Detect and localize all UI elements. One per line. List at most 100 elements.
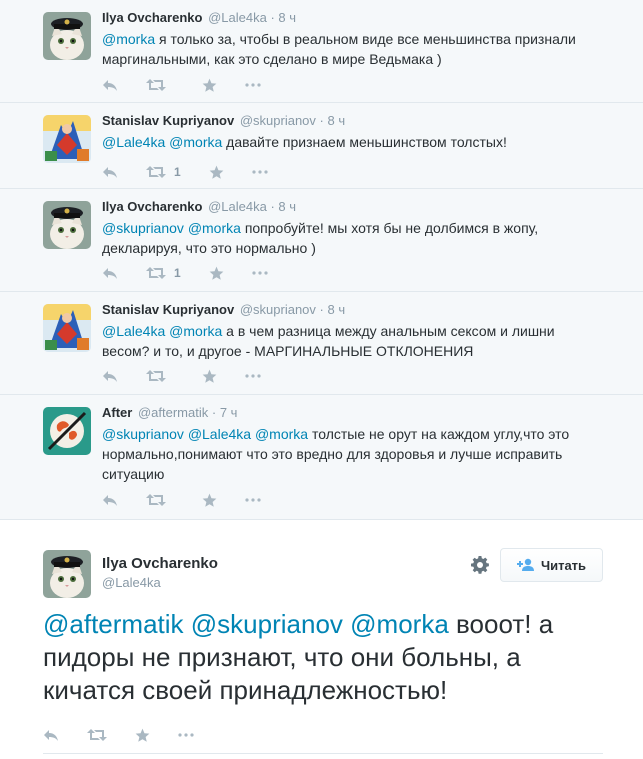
tweet[interactable]: Stanislav Kupriyanov @skuprianov · 8 ч @… (0, 292, 643, 395)
tweet-text: @morka я только за, чтобы в реальном вид… (102, 31, 576, 67)
author-fullname[interactable]: Stanislav Kupriyanov (102, 302, 234, 317)
retweet-icon (146, 267, 166, 279)
tweet[interactable]: Ilya Ovcharenko @Lale4ka · 8 ч @skuprian… (0, 189, 643, 292)
star-icon (135, 728, 150, 742)
mention-link[interactable]: @skuprianov (102, 220, 184, 236)
favorite-button[interactable] (209, 266, 224, 281)
mention-link[interactable]: @skuprianov (191, 609, 343, 639)
favorite-button[interactable] (135, 728, 150, 743)
retweet-icon (146, 370, 166, 382)
tweet-text: @aftermatik @skuprianov @morka вооот! а … (43, 609, 554, 705)
avatar[interactable] (43, 115, 91, 163)
retweet-button[interactable] (146, 493, 174, 507)
avatar[interactable] (43, 304, 91, 352)
more-icon (178, 733, 194, 737)
reply-icon (103, 167, 117, 178)
more-icon (245, 83, 261, 87)
favorite-button[interactable] (202, 78, 217, 93)
tweet-header: Stanislav Kupriyanov @skuprianov · 8 ч (102, 302, 346, 317)
retweet-button[interactable] (146, 78, 174, 92)
retweet-button[interactable] (87, 728, 107, 742)
more-button[interactable] (245, 498, 261, 502)
more-button[interactable] (245, 374, 261, 378)
favorite-button[interactable] (209, 165, 224, 180)
star-icon (202, 493, 217, 507)
more-icon (252, 271, 268, 275)
reply-button[interactable] (102, 266, 118, 280)
mention-link[interactable]: @aftermatik (43, 609, 184, 639)
tweet-actions (102, 492, 289, 508)
star-icon (209, 165, 224, 179)
permalink-tweet: Ilya Ovcharenko @Lale4ka Читать @afterma… (0, 519, 643, 759)
reply-icon (103, 268, 117, 279)
more-button[interactable] (245, 83, 261, 87)
author-username[interactable]: @skuprianov (240, 113, 316, 128)
mention-link[interactable]: @skuprianov (102, 426, 184, 442)
reply-button[interactable] (102, 78, 118, 92)
tweet-actions: 1 (102, 265, 296, 281)
favorite-button[interactable] (202, 493, 217, 508)
author-username[interactable]: @Lale4ka (208, 10, 267, 25)
tweet-header: After @aftermatik · 7 ч (102, 405, 238, 420)
mention-link[interactable]: @morka (255, 426, 308, 442)
author-fullname[interactable]: After (102, 405, 132, 420)
more-button[interactable] (178, 733, 194, 737)
mention-link[interactable]: @Lale4ka (102, 134, 165, 150)
more-button[interactable] (252, 170, 268, 174)
reply-button[interactable] (102, 165, 118, 179)
favorite-button[interactable] (202, 369, 217, 384)
tweet[interactable]: Stanislav Kupriyanov @skuprianov · 8 ч @… (0, 103, 643, 189)
avatar[interactable] (43, 201, 91, 249)
more-button[interactable] (252, 271, 268, 275)
tweet-actions (102, 368, 289, 384)
add-user-icon (516, 558, 534, 571)
divider (43, 753, 603, 754)
author-fullname[interactable]: Stanislav Kupriyanov (102, 113, 234, 128)
tweet-timestamp[interactable]: 8 ч (328, 302, 346, 317)
reply-button[interactable] (102, 493, 118, 507)
mention-link[interactable]: @morka (350, 609, 449, 639)
tweet-actions (43, 727, 222, 743)
retweet-count: 1 (174, 165, 181, 179)
follow-button[interactable]: Читать (500, 548, 603, 582)
reply-button[interactable] (102, 369, 118, 383)
avatar[interactable] (43, 407, 91, 455)
tweet[interactable]: Ilya Ovcharenko @Lale4ka · 8 ч @morka я … (0, 0, 643, 103)
mention-link[interactable]: @morka (169, 323, 222, 339)
author-username[interactable]: @aftermatik (138, 405, 208, 420)
author-username[interactable]: @Lale4ka (102, 575, 161, 590)
reply-button[interactable] (43, 728, 59, 742)
mention-link[interactable]: @Lale4ka (102, 323, 165, 339)
tweet-timestamp[interactable]: 8 ч (328, 113, 346, 128)
tweet-text: @skuprianov @Lale4ka @morka толстые не о… (102, 426, 570, 482)
retweet-button[interactable]: 1 (146, 165, 181, 179)
gear-icon[interactable] (470, 555, 490, 575)
tweet-actions: 1 (102, 164, 296, 180)
tweet-timestamp[interactable]: 8 ч (278, 199, 296, 214)
avatar[interactable] (43, 550, 91, 598)
tweet-header: Stanislav Kupriyanov @skuprianov · 8 ч (102, 113, 346, 128)
tweet-timestamp[interactable]: 8 ч (278, 10, 296, 25)
tweet-timestamp[interactable]: 7 ч (220, 405, 238, 420)
mention-link[interactable]: @morka (169, 134, 222, 150)
tweet-actions (102, 77, 289, 93)
author-fullname[interactable]: Ilya Ovcharenko (102, 199, 202, 214)
author-fullname[interactable]: Ilya Ovcharenko (102, 555, 218, 572)
retweet-icon (146, 79, 166, 91)
mention-link[interactable]: @Lale4ka (188, 426, 251, 442)
follow-label: Читать (540, 557, 587, 573)
mention-link[interactable]: @morka (102, 31, 155, 47)
avatar[interactable] (43, 12, 91, 60)
tweet[interactable]: After @aftermatik · 7 ч @skuprianov @Lal… (0, 395, 643, 519)
retweet-button[interactable]: 1 (146, 266, 181, 280)
author-username[interactable]: @Lale4ka (208, 199, 267, 214)
author-fullname[interactable]: Ilya Ovcharenko (102, 10, 202, 25)
reply-icon (103, 371, 117, 382)
more-icon (245, 498, 261, 502)
reply-icon (103, 80, 117, 91)
mention-link[interactable]: @morka (188, 220, 241, 236)
author-username[interactable]: @skuprianov (240, 302, 316, 317)
reply-icon (103, 495, 117, 506)
retweet-button[interactable] (146, 369, 174, 383)
tweet-text: @skuprianov @morka попробуйте! мы хотя б… (102, 220, 539, 256)
